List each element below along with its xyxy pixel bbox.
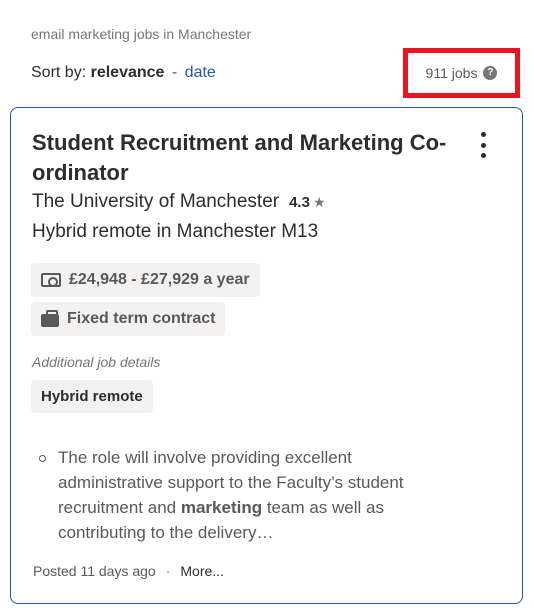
job-location: Hybrid remote in Manchester M13 (32, 221, 319, 242)
hybrid-remote-tag: Hybrid remote (31, 380, 153, 413)
bullet-icon (39, 455, 46, 462)
job-snippet: The role will involve providing excellen… (39, 445, 459, 545)
salary-pill: £24,948 - £27,929 a year (31, 263, 260, 297)
briefcase-icon (41, 310, 59, 327)
job-count: 911 jobs (425, 65, 478, 81)
help-icon[interactable]: ? (483, 66, 498, 80)
posted-date: Posted 11 days ago (33, 563, 156, 579)
job-type-text: Fixed term contract (67, 310, 216, 327)
job-type-pill: Fixed term contract (31, 302, 226, 336)
snippet-text: The role will involve providing excellen… (58, 445, 459, 545)
more-options-icon[interactable] (474, 132, 492, 158)
footer-separator: · (165, 563, 171, 579)
search-context-text: email marketing jobs in Manchester (31, 26, 252, 42)
sort-bar: Sort by: relevance - date (31, 64, 216, 82)
company-name: The University of Manchester (32, 191, 280, 212)
job-count-highlight: 911 jobs ? (403, 48, 520, 98)
company-row: The University of Manchester 4.3 ★ (32, 191, 326, 213)
card-footer: Posted 11 days ago · More... (33, 563, 224, 579)
job-card[interactable]: Student Recruitment and Marketing Co-ord… (10, 107, 523, 604)
job-title[interactable]: Student Recruitment and Marketing Co-ord… (32, 128, 452, 188)
sort-by-date-link[interactable]: date (185, 64, 216, 81)
company-rating: 4.3 (289, 193, 310, 211)
additional-details-label: Additional job details (32, 354, 161, 370)
sort-label: Sort by: (31, 64, 87, 81)
job-search-results: email marketing jobs in Manchester Sort … (0, 0, 534, 614)
more-link[interactable]: More... (180, 563, 224, 579)
money-icon (41, 273, 61, 287)
snippet-keyword: marketing (180, 498, 263, 517)
sort-separator: - (171, 64, 178, 81)
sort-relevance-active: relevance (90, 64, 165, 81)
star-icon: ★ (312, 193, 326, 210)
salary-text: £24,948 - £27,929 a year (69, 271, 250, 288)
